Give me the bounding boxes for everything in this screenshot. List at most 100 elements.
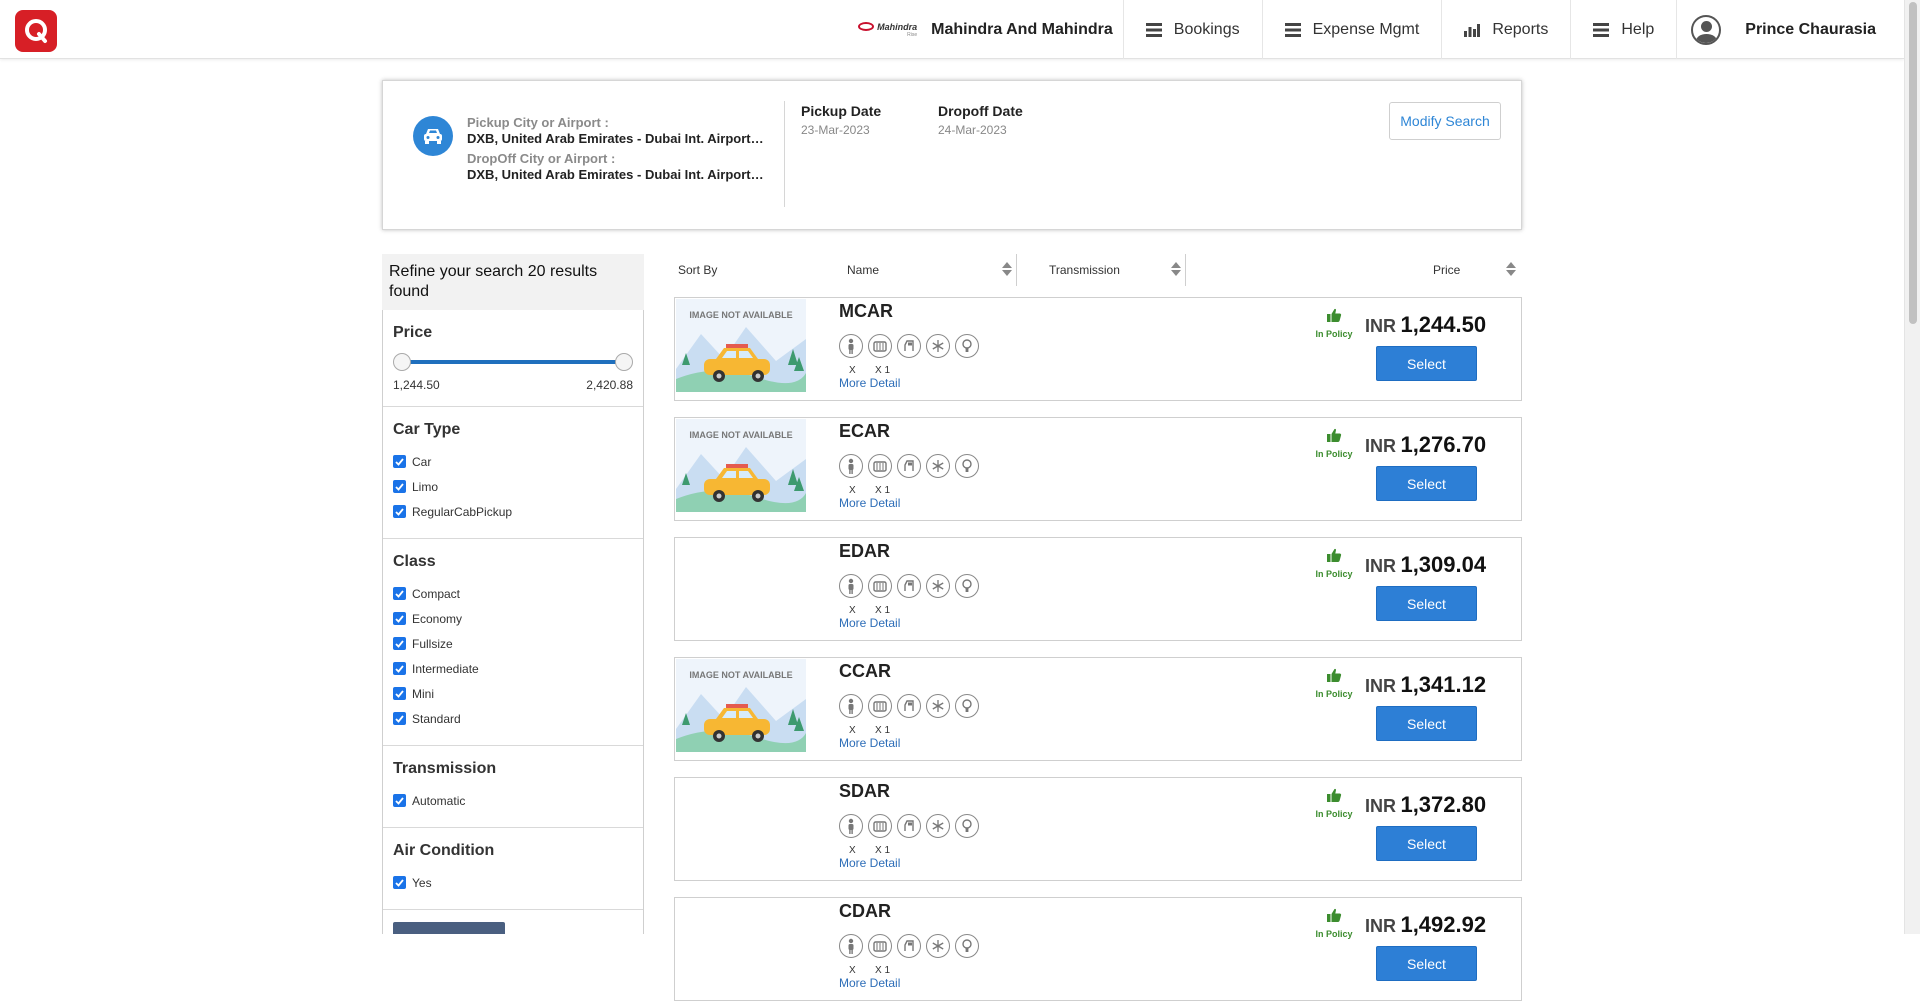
checkbox-icon bbox=[393, 612, 406, 625]
select-button[interactable]: Select bbox=[1376, 586, 1477, 621]
select-button[interactable]: Select bbox=[1376, 466, 1477, 501]
passenger-icon bbox=[839, 814, 863, 838]
checkbox-intermediate[interactable]: Intermediate bbox=[393, 656, 633, 681]
price-filter-title: Price bbox=[393, 324, 433, 341]
air-condition-icon bbox=[926, 454, 950, 478]
more-detail-link[interactable]: More Detail bbox=[839, 376, 900, 390]
checkbox-label: Car bbox=[412, 454, 432, 469]
price-filter: Price 1,244.50 2,420.88 bbox=[383, 310, 643, 407]
luggage-icon bbox=[868, 574, 892, 598]
checkbox-icon bbox=[393, 712, 406, 725]
modify-search-button[interactable]: Modify Search bbox=[1389, 102, 1501, 140]
price-amount: 1,244.50 bbox=[1400, 312, 1487, 337]
price-block: INR 1,341.12 bbox=[1365, 672, 1486, 698]
policy-text: In Policy bbox=[1315, 929, 1353, 939]
checkbox-economy[interactable]: Economy bbox=[393, 606, 633, 631]
filters-panel: Refine your search 20 results found Pric… bbox=[382, 254, 644, 934]
luggage-icon bbox=[868, 934, 892, 958]
sort-name[interactable]: Name bbox=[847, 263, 879, 277]
scrollbar-thumb[interactable] bbox=[1909, 2, 1917, 324]
policy-badge: In Policy bbox=[1314, 908, 1354, 939]
image-not-available-label: IMAGE NOT AVAILABLE bbox=[689, 430, 793, 440]
checkbox-car[interactable]: Car bbox=[393, 449, 633, 474]
sort-bar: Sort By Name Transmission Price bbox=[674, 254, 1522, 286]
select-button[interactable]: Select bbox=[1376, 706, 1477, 741]
car-door-icon bbox=[897, 934, 921, 958]
select-button[interactable]: Select bbox=[1376, 826, 1477, 861]
checkbox-icon bbox=[393, 662, 406, 675]
checkbox-mini[interactable]: Mini bbox=[393, 681, 633, 706]
nav-help-label: Help bbox=[1621, 20, 1655, 38]
more-detail-link[interactable]: More Detail bbox=[839, 976, 900, 990]
policy-badge: In Policy bbox=[1314, 788, 1354, 819]
checkbox-limo[interactable]: Limo bbox=[393, 474, 633, 499]
policy-badge: In Policy bbox=[1314, 668, 1354, 699]
menu-icon bbox=[1145, 22, 1162, 37]
car-features bbox=[839, 694, 979, 718]
company-brand: Mahindra Rise Mahindra And Mahindra bbox=[833, 0, 1123, 59]
currency: INR bbox=[1365, 556, 1396, 576]
nav-expense-mgmt[interactable]: Expense Mgmt bbox=[1261, 0, 1442, 59]
checkbox-ac-yes[interactable]: Yes bbox=[393, 870, 633, 895]
checkbox-standard[interactable]: Standard bbox=[393, 706, 633, 731]
more-detail-link[interactable]: More Detail bbox=[839, 736, 900, 750]
transmission-filter: Transmission Automatic bbox=[383, 746, 643, 828]
select-button[interactable]: Select bbox=[1376, 346, 1477, 381]
thumbs-up-icon bbox=[1327, 308, 1342, 322]
logo-q-icon bbox=[25, 19, 47, 43]
passenger-icon bbox=[839, 574, 863, 598]
nav-expense-label: Expense Mgmt bbox=[1312, 20, 1420, 38]
checkbox-label: Automatic bbox=[412, 793, 466, 808]
price-amount: 1,341.12 bbox=[1400, 672, 1487, 697]
car-icon bbox=[413, 116, 453, 156]
checkbox-regularcabpickup[interactable]: RegularCabPickup bbox=[393, 499, 633, 524]
mahindra-logo: Mahindra Rise bbox=[847, 18, 917, 42]
sort-price[interactable]: Price bbox=[1433, 263, 1460, 277]
dropoff-value: DXB, United Arab Emirates - Dubai Int. A… bbox=[467, 167, 767, 182]
car-code: CDAR bbox=[839, 901, 891, 921]
more-detail-link[interactable]: More Detail bbox=[839, 496, 900, 510]
luggage-count: X 1 bbox=[875, 365, 891, 376]
air-condition-icon bbox=[926, 334, 950, 358]
nav-bookings-label: Bookings bbox=[1173, 20, 1240, 38]
pickup-label: Pickup City or Airport : bbox=[467, 115, 609, 130]
user-menu[interactable]: Prince Chaurasia bbox=[1676, 0, 1888, 59]
nav-bookings[interactable]: Bookings bbox=[1122, 0, 1262, 59]
car-code: CCAR bbox=[839, 661, 891, 681]
sort-arrows-icon[interactable] bbox=[1002, 262, 1012, 278]
passenger-count: X bbox=[849, 365, 856, 376]
nav-help[interactable]: Help bbox=[1570, 0, 1676, 59]
luggage-icon bbox=[868, 334, 892, 358]
transmission-icon bbox=[955, 694, 979, 718]
car-result-card: IMAGE NOT AVAILABLE CCAR X X 1 More Deta… bbox=[674, 657, 1522, 761]
apply-filter-button[interactable] bbox=[393, 922, 505, 934]
dropoff-date-label: Dropoff Date bbox=[938, 103, 1023, 119]
car-features bbox=[839, 934, 979, 958]
price-amount: 1,309.04 bbox=[1400, 552, 1487, 577]
image-not-available-label: IMAGE NOT AVAILABLE bbox=[689, 670, 793, 680]
more-detail-link[interactable]: More Detail bbox=[839, 856, 900, 870]
nav-reports[interactable]: Reports bbox=[1441, 0, 1570, 59]
select-button[interactable]: Select bbox=[1376, 946, 1477, 981]
price-slider-max-handle[interactable] bbox=[615, 353, 633, 371]
price-slider-min-handle[interactable] bbox=[393, 353, 411, 371]
car-image: IMAGE NOT AVAILABLE bbox=[676, 419, 806, 512]
pickup-date: 23-Mar-2023 bbox=[801, 123, 870, 137]
app-logo[interactable] bbox=[15, 10, 57, 52]
price-slider[interactable] bbox=[393, 352, 633, 372]
sort-arrows-icon[interactable] bbox=[1171, 262, 1181, 278]
price-amount: 1,492.92 bbox=[1400, 912, 1487, 937]
car-door-icon bbox=[897, 814, 921, 838]
checkbox-automatic[interactable]: Automatic bbox=[393, 788, 633, 813]
sort-arrows-icon[interactable] bbox=[1506, 262, 1516, 278]
checkbox-icon bbox=[393, 876, 406, 889]
sort-transmission[interactable]: Transmission bbox=[1049, 263, 1120, 277]
car-features bbox=[839, 334, 979, 358]
checkbox-label: Compact bbox=[412, 586, 461, 601]
checkbox-icon bbox=[393, 480, 406, 493]
checkbox-compact[interactable]: Compact bbox=[393, 581, 633, 606]
checkbox-fullsize[interactable]: Fullsize bbox=[393, 631, 633, 656]
passenger-count: X bbox=[849, 965, 856, 976]
more-detail-link[interactable]: More Detail bbox=[839, 616, 900, 630]
page-scrollbar[interactable] bbox=[1904, 0, 1920, 934]
